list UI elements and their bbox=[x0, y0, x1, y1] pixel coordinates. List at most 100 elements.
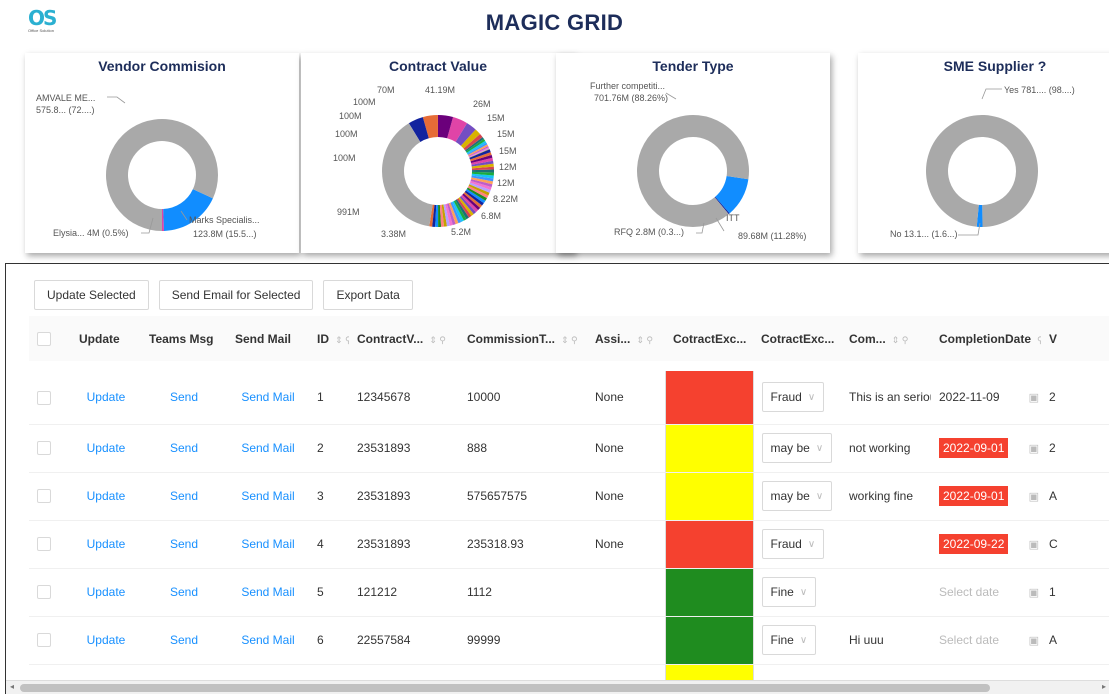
status-select[interactable]: may be ∨ bbox=[761, 433, 833, 463]
cell-comment[interactable]: This is an seriou bbox=[841, 361, 931, 425]
date-picker[interactable]: 2022-09-01 ▣ bbox=[939, 485, 1039, 507]
row-checkbox[interactable] bbox=[37, 585, 51, 600]
status-select-cell[interactable]: Fine ∨ bbox=[753, 568, 841, 617]
teams-send-link[interactable]: Send bbox=[141, 472, 227, 521]
send-mail-link[interactable]: Send Mail bbox=[227, 568, 309, 617]
update-selected-button[interactable]: Update Selected bbox=[34, 280, 149, 310]
horizontal-scrollbar[interactable]: ◂ ▸ bbox=[6, 680, 1109, 694]
row-select-cell[interactable] bbox=[29, 472, 71, 521]
teams-send-link[interactable]: Send bbox=[141, 520, 227, 569]
table-row[interactable]: Update Send Send Mail 1 12345678 10000 None Fra… bbox=[29, 361, 1109, 425]
table-row[interactable]: Update Send Send Mail 5 121212 1112 Fine ∨ Selec… bbox=[29, 568, 1109, 617]
row-checkbox[interactable] bbox=[37, 489, 51, 504]
column-header[interactable]: Teams Msg bbox=[141, 316, 227, 367]
completion-date-cell[interactable]: 2022-11-09 ▣ bbox=[931, 361, 1041, 425]
select-all-checkbox[interactable] bbox=[37, 331, 51, 346]
completion-date-cell[interactable]: 2022-09-22 ▣ bbox=[931, 520, 1041, 569]
cell-comment[interactable] bbox=[841, 568, 931, 617]
row-checkbox[interactable] bbox=[37, 537, 51, 552]
update-link[interactable]: Update bbox=[71, 424, 141, 473]
sme-supplier-chart[interactable]: SME Supplier ? Yes 781.... (98....) No 1… bbox=[858, 53, 1109, 253]
date-picker[interactable]: 2022-11-09 ▣ bbox=[939, 386, 1039, 408]
column-header[interactable]: Send Mail bbox=[227, 316, 309, 367]
row-select-cell[interactable] bbox=[29, 568, 71, 617]
teams-send-link[interactable]: Send bbox=[141, 616, 227, 665]
column-header[interactable]: CompletionDate ⚲ bbox=[931, 316, 1041, 367]
date-picker[interactable]: Select date ▣ bbox=[939, 581, 1039, 603]
column-header[interactable]: Update bbox=[71, 316, 141, 367]
table-row[interactable]: Update Send Send Mail 6 22557584 99999 Fine ∨ Hi… bbox=[29, 616, 1109, 665]
row-select-cell[interactable] bbox=[29, 520, 71, 569]
column-header[interactable]: CotractExc... bbox=[665, 316, 753, 367]
send-email-selected-button[interactable]: Send Email for Selected bbox=[158, 280, 314, 310]
row-checkbox[interactable] bbox=[37, 633, 51, 648]
update-link[interactable]: Update bbox=[71, 568, 141, 617]
completion-date-cell[interactable]: Select date ▣ bbox=[931, 568, 1041, 617]
status-select-cell[interactable]: Fraud ∨ bbox=[753, 520, 841, 569]
update-link[interactable]: Update bbox=[71, 616, 141, 665]
cell-comment[interactable]: Hi uuu bbox=[841, 616, 931, 665]
sort-icon[interactable]: ⇕ ⚲ bbox=[636, 335, 653, 345]
teams-send-link[interactable]: Send bbox=[141, 568, 227, 617]
status-select[interactable]: Fine ∨ bbox=[761, 577, 817, 607]
status-select[interactable]: Fine ∨ bbox=[761, 625, 817, 655]
sort-icon[interactable]: ⇕ ⚲ bbox=[335, 335, 349, 345]
row-select-cell[interactable] bbox=[29, 616, 71, 665]
teams-send-link[interactable]: Send bbox=[141, 361, 227, 425]
contract-value-chart[interactable]: Contract Value 70M 41.19M 100M 26M 100M … bbox=[301, 53, 575, 253]
sort-icon[interactable]: ⇕ ⚲ bbox=[429, 335, 446, 345]
cell-comment[interactable]: working fine bbox=[841, 472, 931, 521]
status-select-cell[interactable]: may be ∨ bbox=[753, 424, 841, 473]
status-select[interactable]: Fraud ∨ bbox=[761, 529, 825, 559]
status-select-cell[interactable]: Fraud ∨ bbox=[753, 361, 841, 425]
table-row[interactable]: Update Send Send Mail 3 23531893 575657575 Non… bbox=[29, 472, 1109, 521]
search-icon[interactable]: ⚲ bbox=[1037, 335, 1041, 345]
status-select[interactable]: may be ∨ bbox=[761, 481, 833, 511]
update-link[interactable]: Update bbox=[71, 520, 141, 569]
teams-send-link[interactable]: Send bbox=[141, 424, 227, 473]
vendor-commission-chart[interactable]: Vendor Commision AMVALE ME... 575.8... (… bbox=[25, 53, 299, 253]
tender-type-chart[interactable]: Tender Type Further competiti... 701.76M… bbox=[556, 53, 830, 253]
column-header[interactable]: CommissionT... ⇕ ⚲ bbox=[459, 316, 587, 367]
label: 15M bbox=[497, 129, 515, 139]
date-picker[interactable]: 2022-09-01 ▣ bbox=[939, 437, 1039, 459]
column-header[interactable]: V bbox=[1041, 316, 1109, 367]
table-row[interactable]: Update Send Send Mail 2 23531893 888 None may b… bbox=[29, 424, 1109, 473]
row-checkbox[interactable] bbox=[37, 441, 51, 456]
date-picker[interactable]: 2022-09-22 ▣ bbox=[939, 533, 1039, 555]
row-checkbox[interactable] bbox=[37, 390, 51, 405]
column-header[interactable]: Assi... ⇕ ⚲ bbox=[587, 316, 665, 367]
column-header[interactable]: Com... ⇕ ⚲ bbox=[841, 316, 931, 367]
status-select[interactable]: Fraud ∨ bbox=[761, 382, 825, 413]
send-mail-link[interactable]: Send Mail bbox=[227, 424, 309, 473]
scrollbar-thumb[interactable] bbox=[20, 684, 990, 692]
send-mail-link[interactable]: Send Mail bbox=[227, 472, 309, 521]
scroll-right-icon[interactable]: ▸ bbox=[1102, 682, 1106, 691]
update-link[interactable]: Update bbox=[71, 361, 141, 425]
date-picker[interactable]: Select date ▣ bbox=[939, 629, 1039, 651]
column-header[interactable]: ContractV... ⇕ ⚲ bbox=[349, 316, 459, 367]
column-header[interactable]: ID ⇕ ⚲ bbox=[309, 316, 349, 367]
send-mail-link[interactable]: Send Mail bbox=[227, 520, 309, 569]
select-all-cell[interactable] bbox=[29, 316, 71, 367]
completion-date-cell[interactable]: 2022-09-01 ▣ bbox=[931, 472, 1041, 521]
cell-comment[interactable]: not working bbox=[841, 424, 931, 473]
row-select-cell[interactable] bbox=[29, 361, 71, 425]
send-mail-link[interactable]: Send Mail bbox=[227, 361, 309, 425]
status-select-cell[interactable]: Fine ∨ bbox=[753, 616, 841, 665]
send-mail-link[interactable]: Send Mail bbox=[227, 616, 309, 665]
column-header[interactable]: CotractExc... bbox=[753, 316, 841, 367]
status-select-cell[interactable]: may be ∨ bbox=[753, 472, 841, 521]
table-row[interactable]: Update Send Send Mail 4 23531893 235318.93 Non… bbox=[29, 520, 1109, 569]
cell-contract-value: 23531893 bbox=[349, 472, 459, 521]
completion-date-cell[interactable]: 2022-09-01 ▣ bbox=[931, 424, 1041, 473]
completion-date-cell[interactable]: Select date ▣ bbox=[931, 616, 1041, 665]
row-select-cell[interactable] bbox=[29, 424, 71, 473]
cell-comment[interactable] bbox=[841, 520, 931, 569]
scroll-left-icon[interactable]: ◂ bbox=[10, 682, 14, 691]
export-data-button[interactable]: Export Data bbox=[323, 280, 413, 310]
sort-icon[interactable]: ⇕ ⚲ bbox=[561, 335, 578, 345]
sort-icon[interactable]: ⇕ ⚲ bbox=[892, 335, 909, 345]
update-link[interactable]: Update bbox=[71, 472, 141, 521]
vendor-donut: AMVALE ME... 575.8... (72....) Marks Spe… bbox=[36, 93, 260, 239]
